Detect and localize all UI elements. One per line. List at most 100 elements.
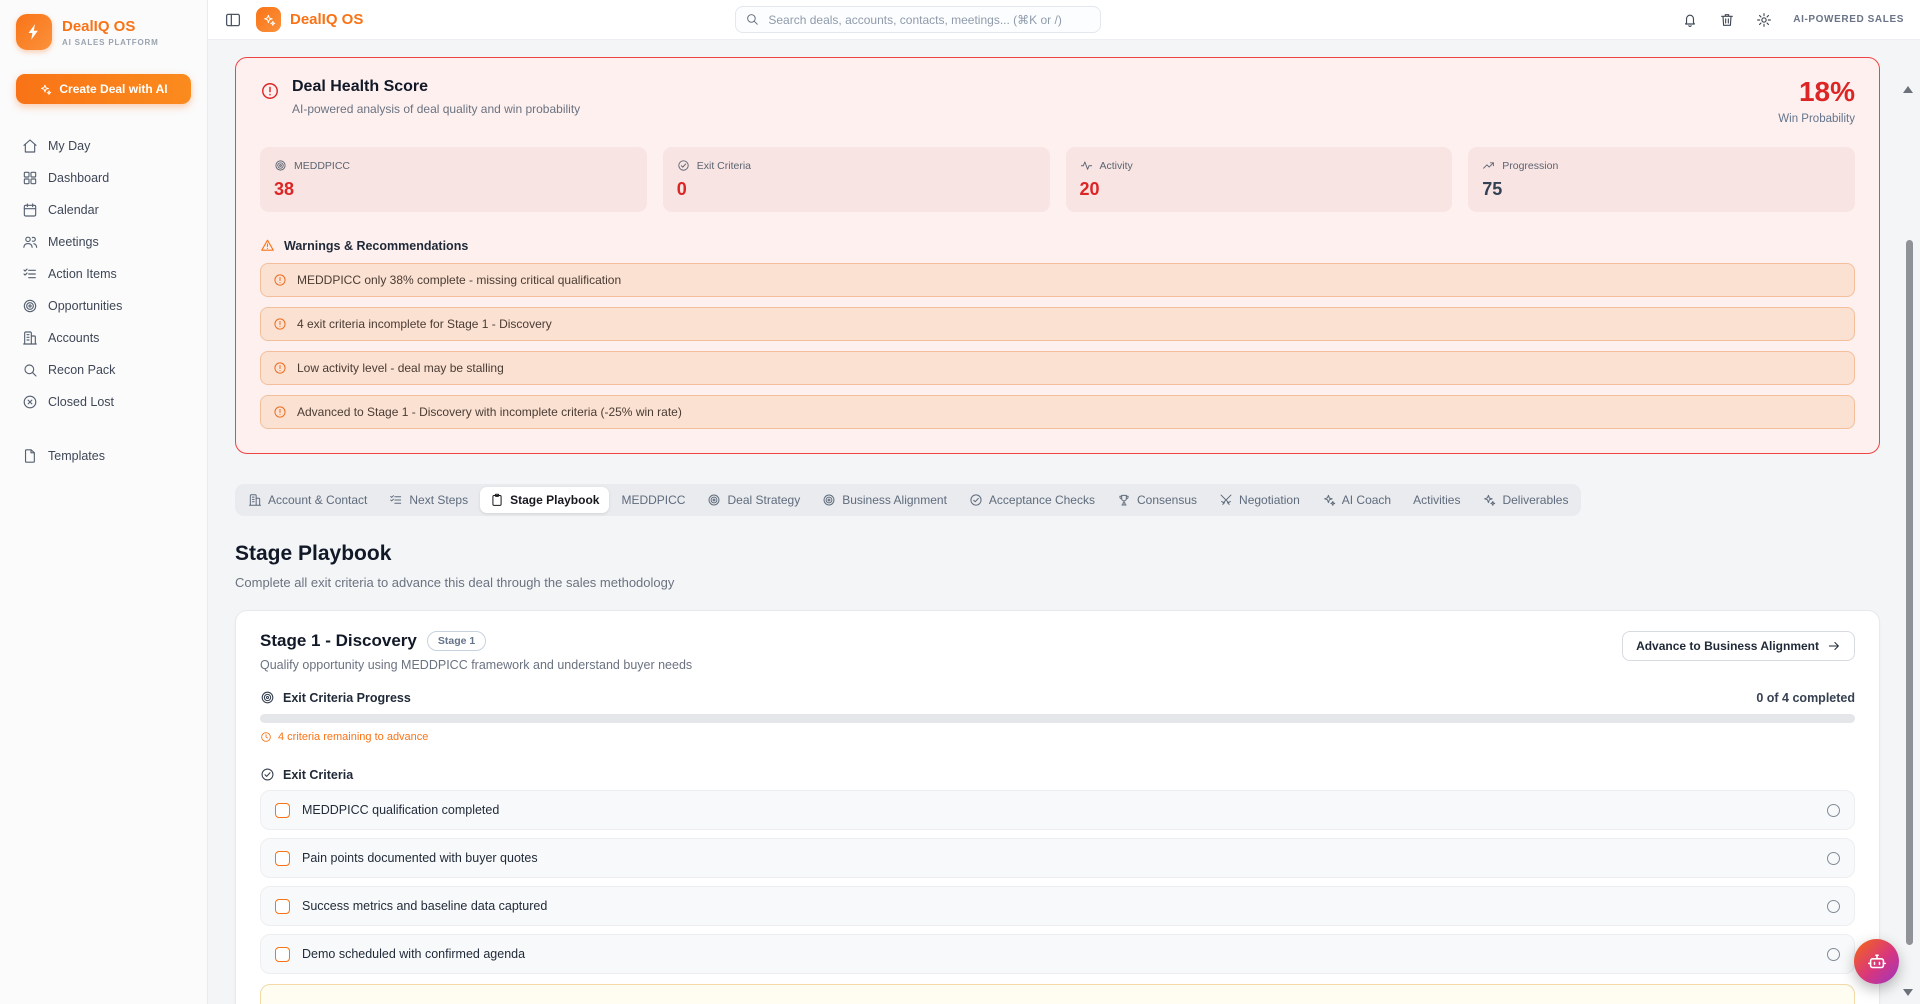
criterion-status-radio[interactable] xyxy=(1827,852,1840,865)
metric-progression: Progression 75 xyxy=(1468,147,1855,212)
ai-assistant-fab[interactable] xyxy=(1854,939,1899,984)
sidebar-item-templates[interactable]: Templates xyxy=(16,442,191,470)
metric-value: 75 xyxy=(1482,179,1841,200)
tab-activities[interactable]: Activities xyxy=(1403,487,1470,513)
target-icon xyxy=(707,493,721,507)
sidebar-item-calendar[interactable]: Calendar xyxy=(16,196,191,224)
criterion-success-metrics-and-baseline-data-captured[interactable]: Success metrics and baseline data captur… xyxy=(260,886,1855,926)
search-input[interactable] xyxy=(735,6,1101,33)
tab-next-steps[interactable]: Next Steps xyxy=(379,487,478,513)
sparkles-icon xyxy=(262,13,276,27)
criterion-meddpicc-qualification-completed[interactable]: MEDDPICC qualification completed xyxy=(260,790,1855,830)
alert-circle-icon xyxy=(260,81,280,101)
advance-stage-button[interactable]: Advance to Business Alignment xyxy=(1622,631,1855,661)
metric-meddpicc: MEDDPICC 38 xyxy=(260,147,647,212)
page-title: Stage Playbook xyxy=(235,542,1880,566)
tab-label: MEDDPICC xyxy=(621,493,685,507)
warning-item: MEDDPICC only 38% complete - missing cri… xyxy=(260,263,1855,297)
warnings-title: Warnings & Recommendations xyxy=(284,239,468,253)
win-probability-value: 18% xyxy=(1778,78,1855,106)
sidebar-item-dashboard[interactable]: Dashboard xyxy=(16,164,191,192)
warning-text: MEDDPICC only 38% complete - missing cri… xyxy=(297,273,621,287)
sidebar-item-recon-pack[interactable]: Recon Pack xyxy=(16,356,191,384)
health-metrics: MEDDPICC38Exit Criteria0Activity20Progre… xyxy=(260,147,1855,212)
criterion-label: Demo scheduled with confirmed agenda xyxy=(302,947,1815,961)
building-icon xyxy=(22,330,38,346)
sidebar-item-closed-lost[interactable]: Closed Lost xyxy=(16,388,191,416)
warning-text: Low activity level - deal may be stallin… xyxy=(297,361,504,375)
tab-label: Activities xyxy=(1413,493,1460,507)
search-icon xyxy=(745,12,759,26)
criterion-status-radio[interactable] xyxy=(1827,948,1840,961)
tab-business-alignment[interactable]: Business Alignment xyxy=(812,487,957,513)
tab-stage-playbook[interactable]: Stage Playbook xyxy=(480,487,609,513)
warning-text: 4 exit criteria incomplete for Stage 1 -… xyxy=(297,317,552,331)
gear-icon[interactable] xyxy=(1756,12,1772,28)
create-deal-button[interactable]: Create Deal with AI xyxy=(16,74,191,104)
criterion-demo-scheduled-with-confirmed-agenda[interactable]: Demo scheduled with confirmed agenda xyxy=(260,934,1855,974)
scroll-down-arrow[interactable] xyxy=(1903,989,1913,996)
clock-icon xyxy=(260,731,272,743)
tab-ai-coach[interactable]: AI Coach xyxy=(1312,487,1401,513)
criterion-pain-points-documented-with-buyer-quotes[interactable]: Pain points documented with buyer quotes xyxy=(260,838,1855,878)
criterion-status-radio[interactable] xyxy=(1827,804,1840,817)
criterion-checkbox[interactable] xyxy=(275,803,290,818)
top-header: DealIQ OS AI-POWERED SALES xyxy=(208,0,1920,40)
scrollbar-thumb[interactable] xyxy=(1906,240,1913,945)
sidebar-toggle-icon[interactable] xyxy=(224,11,242,29)
metric-label: Progression xyxy=(1502,160,1558,172)
sidebar-item-action-items[interactable]: Action Items xyxy=(16,260,191,288)
metric-header: Exit Criteria xyxy=(677,159,1036,172)
metric-value: 38 xyxy=(274,179,633,200)
check-circle-icon xyxy=(969,493,983,507)
progress-status: 0 of 4 completed xyxy=(1756,691,1855,705)
trash-icon[interactable] xyxy=(1719,12,1735,28)
arrow-right-icon xyxy=(1827,639,1841,653)
sidebar-item-opportunities[interactable]: Opportunities xyxy=(16,292,191,320)
header-logo xyxy=(256,7,281,32)
deal-health-title: Deal Health Score xyxy=(292,78,580,96)
header-actions: AI-POWERED SALES xyxy=(1682,12,1904,28)
tab-deal-strategy[interactable]: Deal Strategy xyxy=(697,487,810,513)
robot-icon xyxy=(1866,951,1888,973)
calendar-icon xyxy=(22,202,38,218)
scroll-up-arrow[interactable] xyxy=(1903,86,1913,93)
tab-meddpicc[interactable]: MEDDPICC xyxy=(611,487,695,513)
sidebar-item-label: Meetings xyxy=(48,235,99,249)
tab-negotiation[interactable]: Negotiation xyxy=(1209,487,1310,513)
sparkles-icon xyxy=(1482,493,1496,507)
criterion-checkbox[interactable] xyxy=(275,899,290,914)
deal-tabs: Account & ContactNext StepsStage Playboo… xyxy=(235,484,1581,516)
criterion-checkbox[interactable] xyxy=(275,851,290,866)
brand-tagline: AI SALES PLATFORM xyxy=(62,38,159,47)
sidebar-item-label: Action Items xyxy=(48,267,117,281)
tab-consensus[interactable]: Consensus xyxy=(1107,487,1207,513)
file-icon xyxy=(22,448,38,464)
metric-header: MEDDPICC xyxy=(274,159,633,172)
header-badge: AI-POWERED SALES xyxy=(1793,14,1904,25)
tab-deliverables[interactable]: Deliverables xyxy=(1472,487,1578,513)
criterion-status-radio[interactable] xyxy=(1827,900,1840,913)
deal-health-subtitle: AI-powered analysis of deal quality and … xyxy=(292,102,580,116)
sidebar-item-my-day[interactable]: My Day xyxy=(16,132,191,160)
sidebar-item-label: Accounts xyxy=(48,331,99,345)
progress-label: Exit Criteria Progress xyxy=(283,691,411,705)
checklist-icon xyxy=(22,266,38,282)
metric-value: 0 xyxy=(677,179,1036,200)
tab-account-contact[interactable]: Account & Contact xyxy=(238,487,377,513)
target-icon xyxy=(274,159,287,172)
warning-alert-icon xyxy=(273,405,287,419)
alert-triangle-icon xyxy=(260,238,275,253)
tab-label: AI Coach xyxy=(1342,493,1391,507)
bell-icon[interactable] xyxy=(1682,12,1698,28)
criterion-checkbox[interactable] xyxy=(275,947,290,962)
sidebar-nav: My Day Dashboard Calendar Meetings Action It… xyxy=(16,132,191,416)
metric-exit-criteria: Exit Criteria 0 xyxy=(663,147,1050,212)
swords-icon xyxy=(1219,493,1233,507)
tab-acceptance-checks[interactable]: Acceptance Checks xyxy=(959,487,1105,513)
sidebar-item-meetings[interactable]: Meetings xyxy=(16,228,191,256)
sidebar-item-accounts[interactable]: Accounts xyxy=(16,324,191,352)
activity-icon xyxy=(1080,159,1093,172)
warnings-list: MEDDPICC only 38% complete - missing cri… xyxy=(260,263,1855,429)
main: DealIQ OS AI-POWERED SALES xyxy=(208,0,1920,1004)
